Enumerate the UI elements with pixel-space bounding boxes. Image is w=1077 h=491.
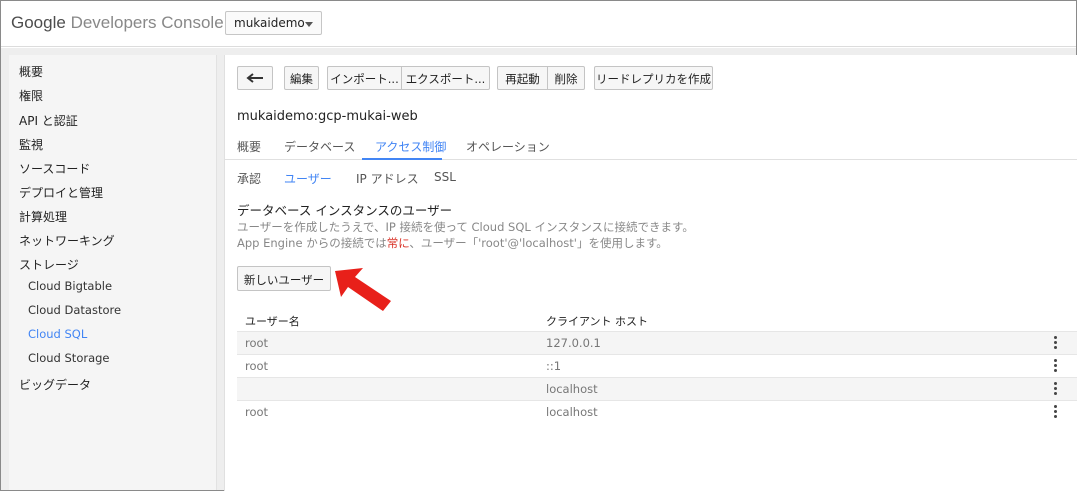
sidebar-item-overview[interactable]: 概要 xyxy=(19,63,43,80)
top-header: Google Developers Console mukaidemo xyxy=(1,1,1076,47)
table-row[interactable]: root 127.0.0.1 xyxy=(237,331,1077,354)
edit-button[interactable]: 編集 xyxy=(284,66,319,90)
active-tab-indicator xyxy=(362,158,442,160)
cell-username: root xyxy=(245,359,269,373)
sidebar-item-compute[interactable]: 計算処理 xyxy=(19,208,67,225)
sidebar-item-monitoring[interactable]: 監視 xyxy=(19,136,43,153)
red-arrow-annotation xyxy=(335,268,391,311)
back-arrow-icon xyxy=(246,73,263,83)
import-button[interactable]: インポート... xyxy=(327,66,402,90)
tab-access-control[interactable]: アクセス制御 xyxy=(375,138,446,155)
users-description-2: App Engine からの接続では常に、ユーザー「'root'@'localh… xyxy=(237,235,668,251)
access-subtabs: 承認 ユーザー IP アドレス SSL xyxy=(225,161,1077,191)
more-vert-icon[interactable] xyxy=(1054,359,1058,373)
desc2-emphasis: 常に xyxy=(386,236,410,250)
more-vert-icon[interactable] xyxy=(1054,336,1058,350)
table-row[interactable]: root ::1 xyxy=(237,354,1077,377)
more-vert-icon[interactable] xyxy=(1054,405,1058,419)
app-logo[interactable]: Google Developers Console xyxy=(11,13,224,33)
cell-client-host: ::1 xyxy=(546,359,562,373)
sidebar-item-source-code[interactable]: ソースコード xyxy=(19,160,90,177)
delete-button[interactable]: 削除 xyxy=(548,66,585,90)
cell-client-host: localhost xyxy=(546,405,598,419)
sidebar: 概要 権限 API と認証 監視 ソースコード デプロイと管理 計算処理 ネット… xyxy=(9,55,217,490)
sidebar-item-cloud-bigtable[interactable]: Cloud Bigtable xyxy=(28,279,112,293)
more-vert-icon[interactable] xyxy=(1054,382,1058,396)
cell-client-host: localhost xyxy=(546,382,598,396)
logo-google: Google xyxy=(11,13,66,32)
tab-operations[interactable]: オペレーション xyxy=(466,138,550,155)
desc2-part-b: 、ユーザー「'root'@'localhost'」を使用します。 xyxy=(409,236,668,250)
sidebar-item-networking[interactable]: ネットワーキング xyxy=(19,232,115,249)
sidebar-item-cloud-sql[interactable]: Cloud SQL xyxy=(28,327,87,341)
sidebar-item-deploy[interactable]: デプロイと管理 xyxy=(19,184,103,201)
column-header-username[interactable]: ユーザー名 xyxy=(245,313,300,329)
subtab-users[interactable]: ユーザー xyxy=(284,170,332,187)
sidebar-item-big-data[interactable]: ビッグデータ xyxy=(19,376,91,393)
main-panel: 編集 インポート... エクスポート... 再起動 削除 リードレプリカを作成 … xyxy=(224,55,1077,491)
sidebar-item-cloud-storage[interactable]: Cloud Storage xyxy=(28,351,110,365)
sidebar-item-permissions[interactable]: 権限 xyxy=(19,87,43,104)
cell-username: root xyxy=(245,405,269,419)
users-section-title: データベース インスタンスのユーザー xyxy=(237,203,453,218)
sidebar-item-storage[interactable]: ストレージ xyxy=(19,256,79,273)
instance-title: mukaidemo:gcp-mukai-web xyxy=(237,109,418,124)
table-row[interactable]: localhost xyxy=(237,377,1077,400)
back-button[interactable] xyxy=(237,66,273,90)
project-name: mukaidemo xyxy=(234,16,305,30)
instance-tabs: 概要 データベース アクセス制御 オペレーション xyxy=(225,133,1077,160)
cell-client-host: 127.0.0.1 xyxy=(546,336,601,350)
chevron-down-icon xyxy=(305,22,313,27)
project-selector[interactable]: mukaidemo xyxy=(225,11,322,35)
subtab-ip-addresses[interactable]: IP アドレス xyxy=(356,170,419,187)
export-button[interactable]: エクスポート... xyxy=(402,66,490,90)
tab-databases[interactable]: データベース xyxy=(284,138,355,155)
sidebar-item-cloud-datastore[interactable]: Cloud Datastore xyxy=(28,303,121,317)
tab-overview[interactable]: 概要 xyxy=(237,138,261,155)
subtab-authorization[interactable]: 承認 xyxy=(237,170,261,187)
table-row[interactable]: root localhost xyxy=(237,400,1077,423)
desc2-part-a: App Engine からの接続では xyxy=(237,236,387,250)
subtab-ssl[interactable]: SSL xyxy=(434,170,456,184)
new-user-button[interactable]: 新しいユーザー xyxy=(237,266,331,291)
cell-username: root xyxy=(245,336,269,350)
sidebar-item-apis[interactable]: API と認証 xyxy=(19,112,78,129)
restart-button[interactable]: 再起動 xyxy=(497,66,548,90)
users-description-1: ユーザーを作成したうえで、IP 接続を使って Cloud SQL インスタンスに… xyxy=(237,220,694,234)
logo-product: Developers Console xyxy=(70,13,224,32)
column-header-client-host[interactable]: クライアント ホスト xyxy=(546,313,648,329)
create-replica-button[interactable]: リードレプリカを作成 xyxy=(594,66,713,90)
